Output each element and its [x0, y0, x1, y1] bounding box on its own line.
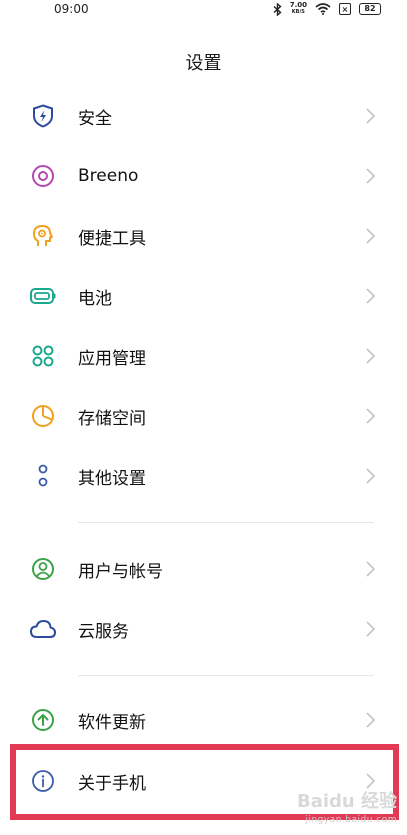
chevron-right-icon [363, 406, 377, 426]
watermark-main: Baidu 经验 [296, 791, 397, 812]
settings-item-software-update[interactable]: 软件更新 [0, 690, 407, 750]
breeno-icon [30, 163, 56, 189]
watermark-sub: jingyan.baidu.com [305, 815, 397, 825]
settings-item-users-accounts[interactable]: 用户与帐号 [0, 539, 407, 599]
net-speed-unit: KB/S [291, 9, 305, 15]
user-account-icon [30, 556, 56, 582]
head-gear-icon [30, 223, 56, 249]
section-divider [78, 522, 374, 523]
settings-item-label: Breeno [78, 166, 139, 186]
pie-chart-icon [30, 403, 56, 429]
dots-vertical-icon [30, 463, 56, 489]
chevron-right-icon [363, 771, 377, 791]
settings-item-breeno[interactable]: Breeno [0, 146, 407, 206]
settings-item-label: 其他设置 [78, 468, 146, 489]
info-icon [30, 768, 56, 794]
settings-item-label: 软件更新 [78, 712, 146, 733]
cloud-icon [30, 616, 56, 642]
battery-icon [30, 283, 56, 309]
network-speed: 7.00 KB/S [290, 2, 307, 16]
settings-item-convenience-tools[interactable]: 便捷工具 [0, 206, 407, 266]
bluetooth-icon [273, 2, 282, 16]
page-title: 设置 [185, 53, 222, 74]
chevron-right-icon [363, 466, 377, 486]
shield-icon [30, 103, 56, 129]
status-bar: 09:00 7.00 KB/S × 82 [0, 0, 407, 18]
settings-item-battery[interactable]: 电池 [0, 266, 407, 326]
chevron-right-icon [363, 559, 377, 579]
settings-item-label: 应用管理 [78, 348, 146, 369]
no-sim-icon: × [339, 3, 351, 15]
chevron-right-icon [363, 166, 377, 186]
wifi-icon [315, 3, 331, 15]
settings-item-label: 存储空间 [78, 408, 146, 429]
settings-item-cloud-service[interactable]: 云服务 [0, 599, 407, 659]
section-divider [78, 675, 374, 676]
settings-item-storage[interactable]: 存储空间 [0, 386, 407, 446]
settings-screen: 09:00 7.00 KB/S × 82 设置 安全 Breeno 便捷工具 电… [0, 0, 407, 835]
chevron-right-icon [363, 710, 377, 730]
battery-indicator: 82 [359, 3, 381, 15]
settings-item-label: 云服务 [78, 621, 129, 642]
chevron-right-icon [363, 286, 377, 306]
status-icons: 7.00 KB/S × 82 [273, 2, 381, 16]
net-speed-value: 7.00 [289, 1, 307, 9]
settings-item-label: 安全 [78, 108, 112, 129]
settings-item-security[interactable]: 安全 [0, 86, 407, 146]
settings-item-label: 用户与帐号 [78, 561, 163, 582]
settings-item-label: 电池 [78, 288, 112, 309]
chevron-right-icon [363, 619, 377, 639]
status-time: 09:00 [54, 2, 89, 16]
settings-item-app-management[interactable]: 应用管理 [0, 326, 407, 386]
settings-item-other-settings[interactable]: 其他设置 [0, 446, 407, 506]
apps-grid-icon [30, 343, 56, 369]
settings-item-label: 便捷工具 [78, 228, 146, 249]
settings-item-label: 关于手机 [78, 773, 146, 794]
chevron-right-icon [363, 226, 377, 246]
chevron-right-icon [363, 106, 377, 126]
watermark: Baidu 经验 jingyan.baidu.com [297, 793, 397, 829]
chevron-right-icon [363, 346, 377, 366]
arrow-up-circle-icon [30, 707, 56, 733]
